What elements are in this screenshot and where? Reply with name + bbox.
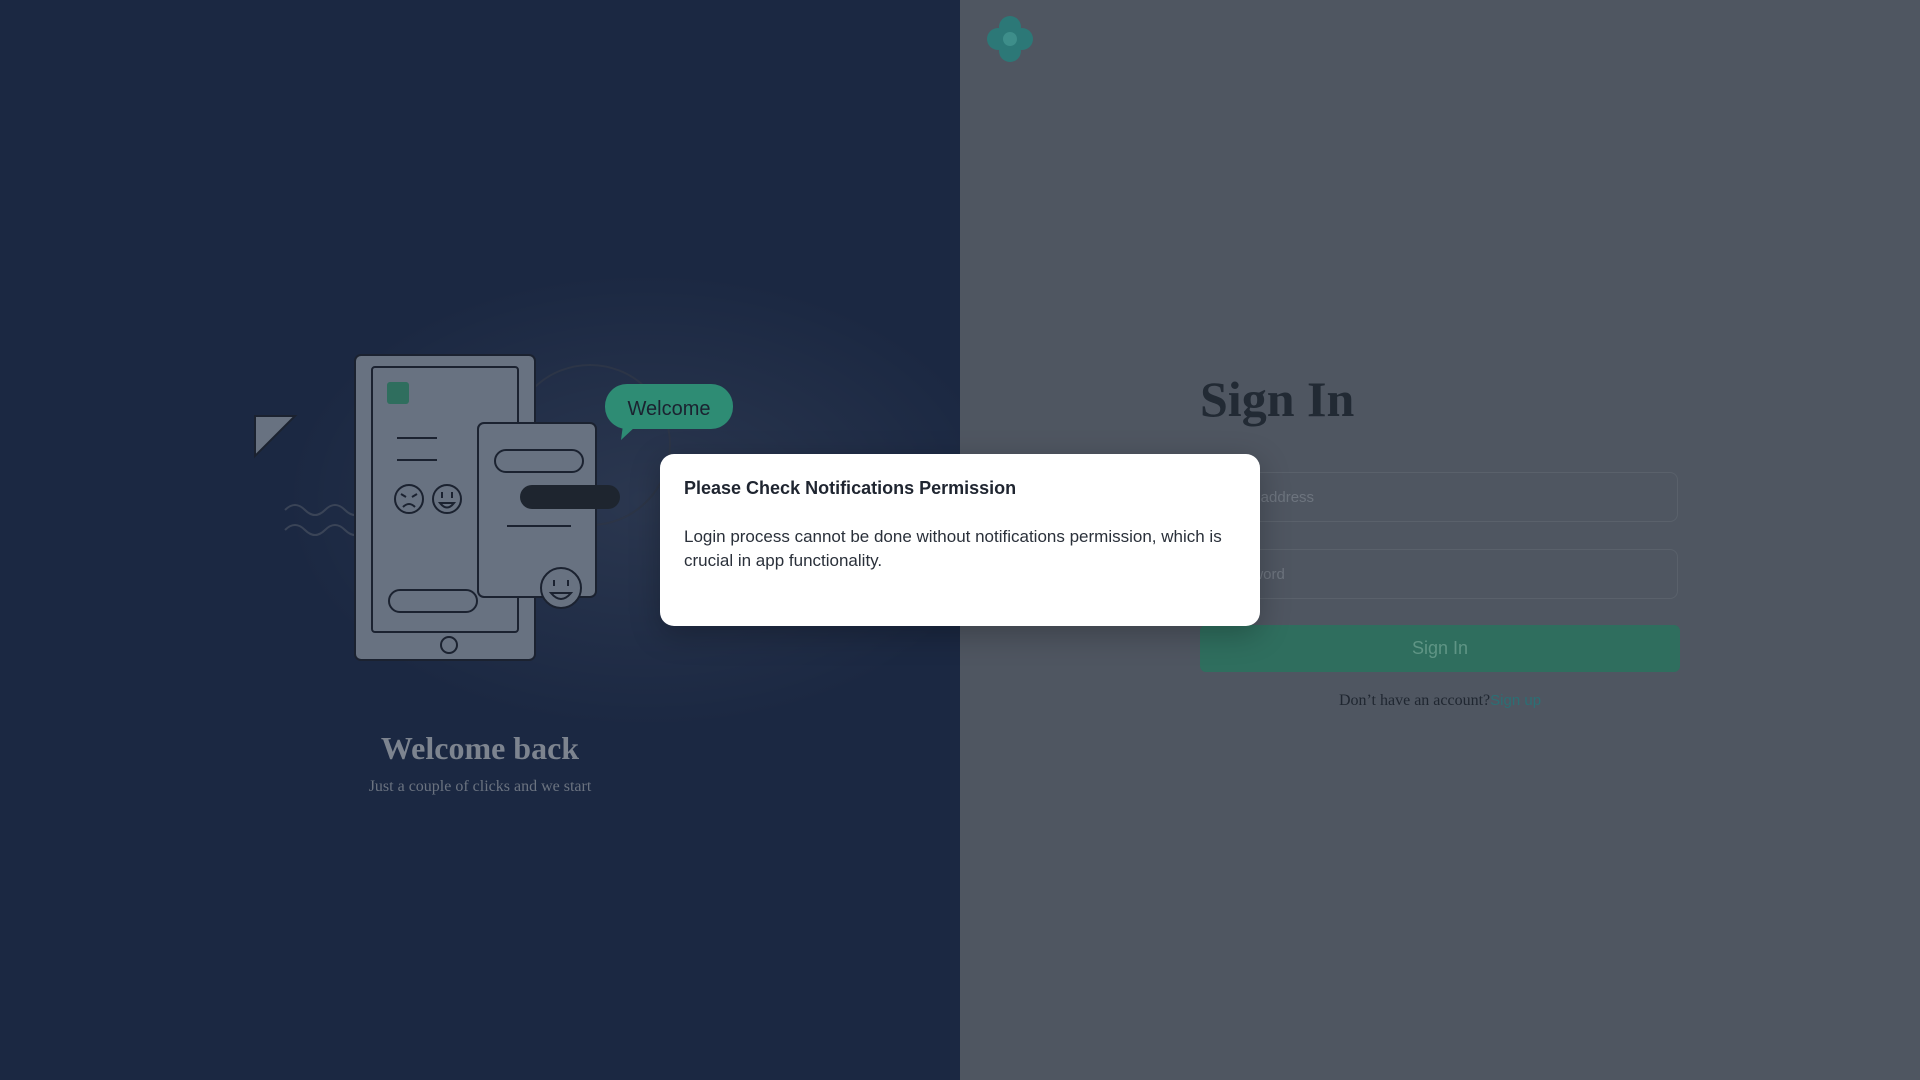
signin-button[interactable]: Sign In [1200,625,1680,672]
welcome-bubble-text: Welcome [628,398,711,420]
wave-line [284,504,366,516]
signin-title: Sign In [1200,371,1355,427]
phone-home-button [440,636,458,654]
password-field[interactable] [1200,549,1678,599]
wave-line [284,524,366,536]
smiley-icon [540,567,582,609]
account-row: Don’t have an account?Sign up [1200,692,1680,710]
dialog-body: Login process cannot be done without not… [684,527,1222,570]
account-prompt: Don’t have an account? [1338,692,1491,709]
welcome-subtitle: Just a couple of clicks and we start [368,778,592,795]
password-input[interactable] [1201,550,1677,598]
email-field[interactable] [1200,472,1678,522]
signup-link[interactable]: Sign up [1490,692,1541,709]
paper-triangle [254,415,298,459]
phone-app-icon [387,382,409,404]
chat-dark-pill [520,485,620,509]
brand-logo-icon[interactable] [985,14,1035,64]
welcome-title: Welcome back [380,730,580,766]
dialog-title: Please Check Notifications Permission [684,478,1017,498]
notifications-permission-dialog[interactable]: Please Check Notifications Permission Lo… [660,454,1260,626]
email-input[interactable] [1201,473,1677,521]
